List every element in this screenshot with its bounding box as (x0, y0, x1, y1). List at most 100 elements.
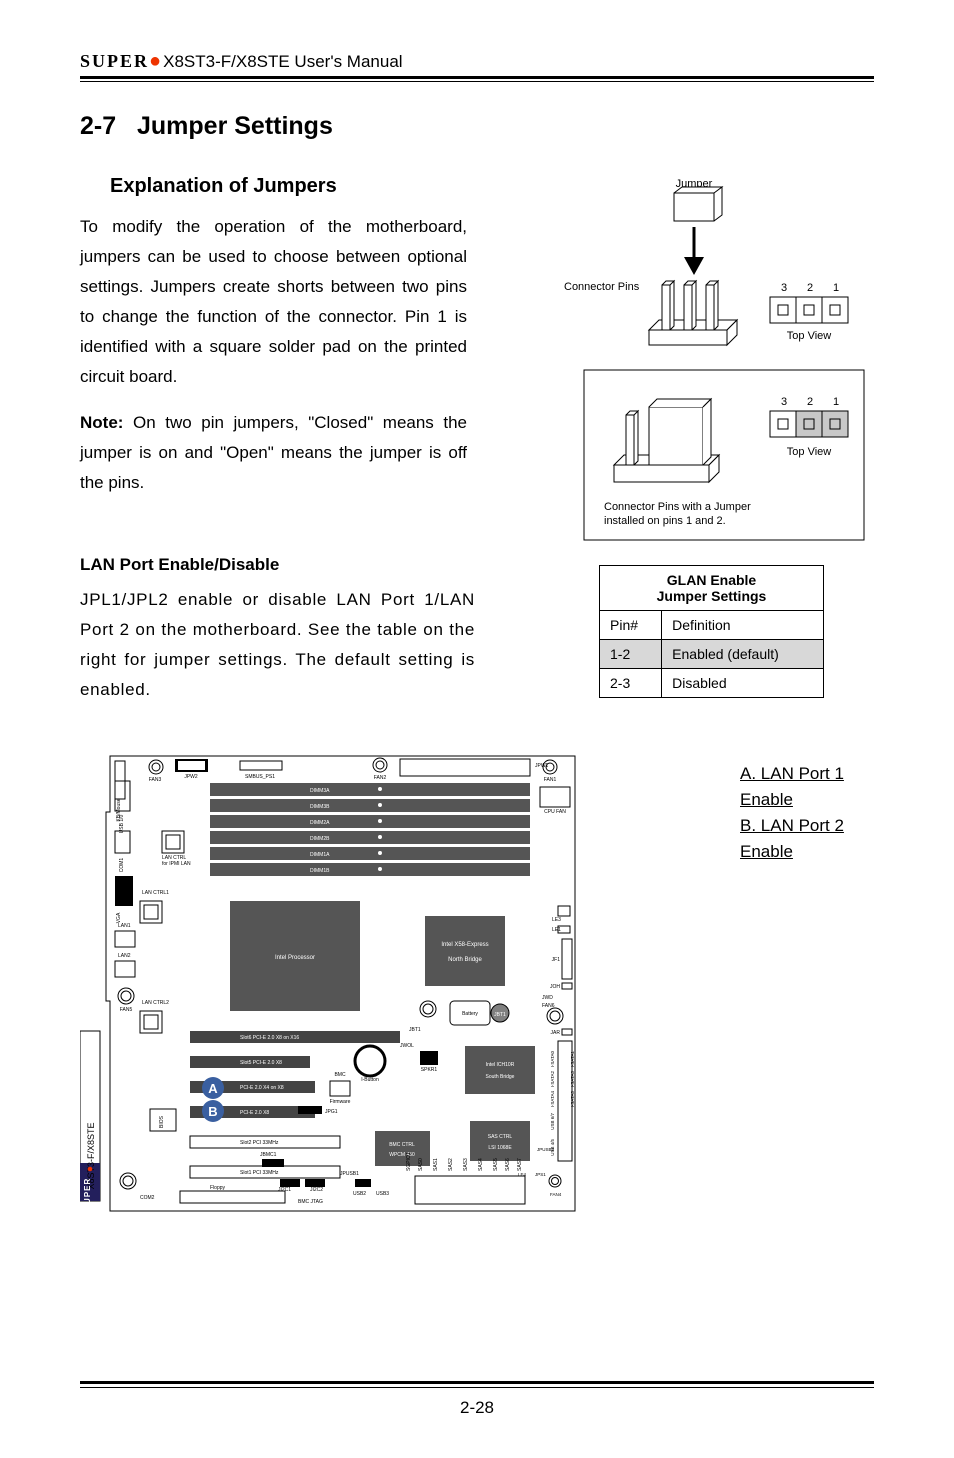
svg-text:JBMC1: JBMC1 (260, 1152, 277, 1158)
label-connector-pins: Connector Pins (564, 281, 640, 293)
brand-dot-icon: ● (149, 50, 161, 73)
lower-caption1: Connector Pins with a Jumper (604, 501, 751, 513)
svg-text:SAS7: SAS7 (517, 1158, 523, 1171)
glan-table-header: GLAN Enable Jumper Settings (600, 566, 824, 611)
svg-text:COM1: COM1 (119, 858, 125, 873)
svg-text:LAN CTRL2: LAN CTRL2 (142, 1000, 169, 1006)
svg-text:USB 1/0: USB 1/0 (119, 814, 125, 833)
svg-text:SAS2: SAS2 (448, 1158, 454, 1171)
top-view-small: 3 2 1 Top View (770, 282, 848, 342)
explanation-heading: Explanation of Jumpers (110, 175, 467, 198)
svg-text:SAS1: SAS1 (433, 1158, 439, 1171)
svg-text:BMC CTRL: BMC CTRL (389, 1142, 415, 1148)
svg-text:PCI-E 2.0 X8: PCI-E 2.0 X8 (240, 1110, 269, 1116)
svg-text:PCI-E 2.0 X4 on X8: PCI-E 2.0 X4 on X8 (240, 1085, 284, 1091)
intro-row: Explanation of Jumpers To modify the ope… (80, 175, 874, 555)
col-def-header: Definition (662, 611, 824, 640)
svg-text:BMC: BMC (334, 1072, 346, 1078)
svg-text:LSI 1068E: LSI 1068E (488, 1145, 512, 1151)
battery-icon: Battery JBT1 (450, 1001, 509, 1025)
svg-text:Intel ICH10R: Intel ICH10R (486, 1062, 515, 1068)
svg-text:DIMM1A: DIMM1A (310, 852, 330, 858)
lower-caption2: installed on pins 1 and 2. (604, 515, 726, 527)
svg-text:SAS CTRL: SAS CTRL (488, 1134, 513, 1140)
lan-left: LAN Port Enable/Disable JPL1/JPL2 enable… (80, 555, 475, 721)
svg-text:LE1: LE1 (552, 927, 561, 933)
svg-text:BMC JTAG: BMC JTAG (298, 1199, 323, 1205)
brand-dot-icon (88, 1167, 93, 1172)
board-row: X8ST3-F/X8STE SUPER KB/Mouse FAN3 JPW2 S… (80, 751, 874, 1226)
link-lan2: B. LAN Port 2 Enable (740, 813, 874, 865)
svg-text:2: 2 (807, 282, 813, 294)
lower-top-view: 3 2 1 Top View (770, 396, 848, 458)
svg-text:I-Button: I-Button (361, 1077, 379, 1083)
svg-text:SMBUS_PS1: SMBUS_PS1 (245, 774, 275, 780)
svg-text:FAN4: FAN4 (550, 1192, 562, 1197)
svg-text:LAN1: LAN1 (118, 923, 131, 929)
intro-right: Jumper Connector Pins (487, 175, 874, 555)
connector-3d-icon (649, 281, 737, 345)
jumper-diagram: Jumper Connector Pins (544, 175, 874, 555)
note-text: On two pin jumpers, "Closed" means the j… (80, 413, 467, 492)
svg-text:JWD: JWD (542, 995, 553, 1001)
svg-text:1: 1 (833, 396, 839, 408)
svg-text:I-SATA0: I-SATA0 (550, 1051, 555, 1068)
svg-text:USB 6/7: USB 6/7 (550, 1113, 555, 1130)
header-rule-thin (80, 81, 874, 82)
svg-text:SPKR1: SPKR1 (421, 1067, 438, 1073)
svg-text:North Bridge: North Bridge (448, 957, 482, 963)
svg-text:I-SATA2: I-SATA2 (550, 1071, 555, 1088)
svg-text:Slot1 PCI 33MHz: Slot1 PCI 33MHz (240, 1170, 279, 1176)
footer-rule-thick (80, 1381, 874, 1384)
svg-text:JPUSB1: JPUSB1 (340, 1171, 359, 1177)
svg-text:CPU FAN: CPU FAN (544, 809, 566, 815)
mb-brand: SUPER (83, 1178, 92, 1211)
svg-text:JAR: JAR (551, 1030, 561, 1036)
svg-text:LE3: LE3 (552, 917, 561, 923)
page-header: SUPER● X8ST3-F/X8STE User's Manual (80, 50, 874, 73)
svg-text:VGA: VGA (116, 912, 122, 923)
svg-text:1: 1 (833, 282, 839, 294)
intro-left: Explanation of Jumpers To modify the ope… (80, 175, 467, 555)
svg-text:JBT1: JBT1 (409, 1027, 421, 1033)
svg-text:USB2: USB2 (353, 1191, 366, 1197)
svg-text:JPW2: JPW2 (184, 774, 198, 780)
jumper-cap-icon (674, 187, 722, 221)
svg-text:I-SATA3: I-SATA3 (570, 1071, 575, 1088)
header-rule-thick (80, 76, 874, 79)
lan-para: JPL1/JPL2 enable or disable LAN Port 1/L… (80, 585, 475, 705)
glan-settings-table: GLAN Enable Jumper Settings Pin# Definit… (599, 565, 824, 698)
svg-text:JF1: JF1 (552, 957, 561, 963)
svg-text:South Bridge: South Bridge (486, 1074, 515, 1080)
svg-text:Slot2 PCI 33MHz: Slot2 PCI 33MHz (240, 1140, 279, 1146)
svg-text:JI2C2: JI2C2 (310, 1187, 323, 1193)
svg-text:Intel X58-Express: Intel X58-Express (441, 942, 488, 948)
svg-text:FAN3: FAN3 (149, 777, 162, 783)
table-row: Pin# Definition (600, 611, 824, 640)
svg-text:DIMM2A: DIMM2A (310, 820, 330, 826)
lan-row: LAN Port Enable/Disable JPL1/JPL2 enable… (80, 555, 874, 721)
svg-text:SAS6: SAS6 (505, 1158, 511, 1171)
link-lan1: A. LAN Port 1 Enable (740, 761, 874, 813)
svg-text:SAS4: SAS4 (478, 1158, 484, 1171)
svg-text:SAS3: SAS3 (463, 1158, 469, 1171)
callout-a: A (202, 1077, 224, 1099)
svg-text:FAN2: FAN2 (374, 775, 387, 781)
svg-text:Slot5 PCI-E 2.0 X8: Slot5 PCI-E 2.0 X8 (240, 1060, 282, 1066)
svg-text:SAS0: SAS0 (418, 1158, 424, 1171)
connector-jumpered-icon (614, 399, 719, 482)
section-number: 2-7 (80, 112, 116, 140)
svg-text:B: B (208, 1104, 217, 1119)
section-title: 2-7 Jumper Settings (80, 112, 874, 141)
lan-heading: LAN Port Enable/Disable (80, 555, 475, 575)
svg-text:JPS1: JPS1 (535, 1172, 546, 1177)
svg-text:for IPMI LAN: for IPMI LAN (162, 861, 191, 867)
svg-text:2: 2 (807, 396, 813, 408)
svg-text:DIMM2B: DIMM2B (310, 836, 330, 842)
callout-b: B (202, 1100, 224, 1122)
svg-text:SAS5: SAS5 (493, 1158, 499, 1171)
svg-text:JWOL: JWOL (400, 1043, 414, 1049)
svg-text:COM2: COM2 (140, 1195, 155, 1201)
svg-text:FAN1: FAN1 (544, 777, 557, 783)
section-title-text: Jumper Settings (137, 112, 333, 140)
